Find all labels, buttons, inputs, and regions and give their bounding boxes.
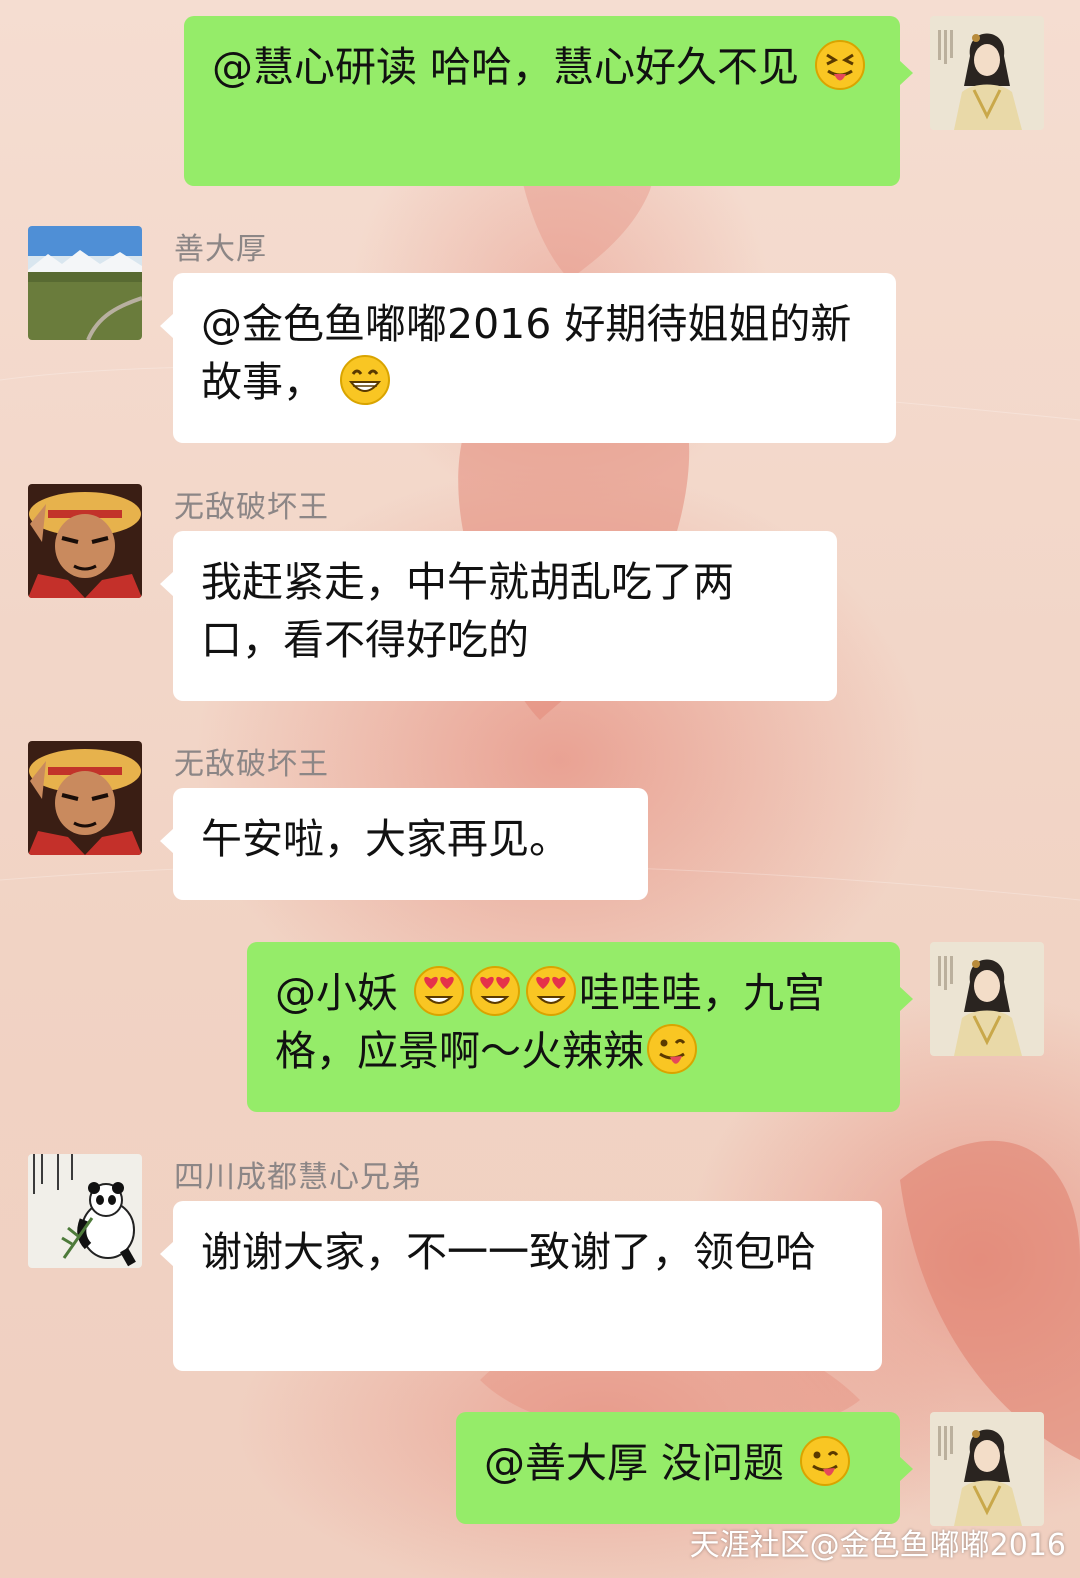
- lady-avatar[interactable]: [930, 16, 1044, 130]
- message-row: 无敌破坏王 我赶紧走，中午就胡乱吃了两口，看不得好吃的: [0, 478, 1080, 708]
- watermark: 天涯社区@金色鱼嘟嘟2016: [689, 1528, 1066, 1563]
- panda-avatar[interactable]: [28, 1154, 142, 1268]
- message-row: @慧心研读 哈哈，慧心好久不见: [0, 0, 1080, 200]
- heart-eyes-emoji: [413, 965, 465, 1017]
- message-text: @金色鱼嘟嘟2016 好期待姐姐的新故事，: [201, 300, 852, 406]
- incoming-message-bubble[interactable]: @金色鱼嘟嘟2016 好期待姐姐的新故事，: [160, 273, 896, 443]
- straw-hat-avatar[interactable]: [28, 741, 142, 855]
- incoming-message-bubble[interactable]: 谢谢大家，不一一致谢了，领包哈: [160, 1201, 882, 1371]
- message-text: 谢谢大家，不一一致谢了，领包哈: [201, 1228, 816, 1276]
- sender-name[interactable]: 无敌破坏王: [174, 739, 329, 783]
- message-row: 善大厚 @金色鱼嘟嘟2016 好期待姐姐的新故事，: [0, 220, 1080, 450]
- lady-avatar[interactable]: [930, 1412, 1044, 1526]
- sender-name[interactable]: 善大厚: [174, 224, 267, 268]
- message-text: 我赶紧走，中午就胡乱吃了两口，看不得好吃的: [201, 558, 734, 664]
- message-text: @善大厚 没问题: [484, 1439, 785, 1487]
- heart-eyes-emoji: [469, 965, 521, 1017]
- squint-tongue-emoji: [814, 39, 866, 91]
- outgoing-message-bubble[interactable]: @小妖 哇哇哇，九宫格，应景啊～火辣辣: [247, 942, 913, 1112]
- message-text: @慧心研读 哈哈，慧心好久不见: [212, 43, 800, 91]
- outgoing-message-bubble[interactable]: @慧心研读 哈哈，慧心好久不见: [184, 16, 913, 186]
- lady-avatar[interactable]: [930, 942, 1044, 1056]
- outgoing-message-bubble[interactable]: @善大厚 没问题: [456, 1412, 913, 1524]
- incoming-message-bubble[interactable]: 我赶紧走，中午就胡乱吃了两口，看不得好吃的: [160, 531, 837, 701]
- message-text: @小妖: [275, 969, 412, 1017]
- message-row: 无敌破坏王 午安啦，大家再见。: [0, 735, 1080, 910]
- heart-eyes-emoji: [525, 965, 577, 1017]
- straw-hat-avatar[interactable]: [28, 484, 142, 598]
- landscape-avatar[interactable]: [28, 226, 142, 340]
- message-row: 四川成都慧心兄弟 谢谢大家，不一一致谢了，领包哈: [0, 1148, 1080, 1378]
- wink-tongue-emoji: [646, 1023, 698, 1075]
- grin-emoji: [339, 354, 391, 406]
- sender-name[interactable]: 四川成都慧心兄弟: [174, 1152, 422, 1196]
- sender-name[interactable]: 无敌破坏王: [174, 482, 329, 526]
- message-text: 午安啦，大家再见。: [201, 815, 570, 863]
- incoming-message-bubble[interactable]: 午安啦，大家再见。: [160, 788, 648, 900]
- wink-tongue-emoji: [799, 1435, 851, 1487]
- message-row: @小妖 哇哇哇，九宫格，应景啊～火辣辣: [0, 930, 1080, 1125]
